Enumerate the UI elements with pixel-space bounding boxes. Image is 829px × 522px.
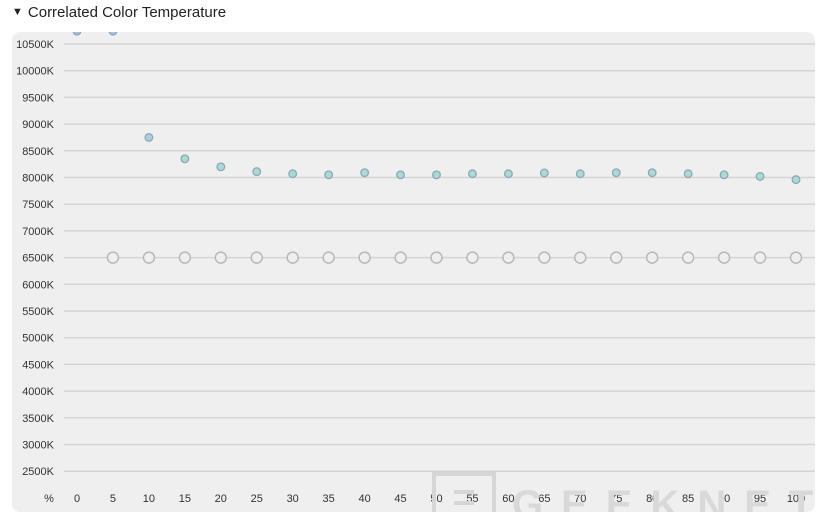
x-tick-label: 60 (502, 493, 514, 505)
data-point (324, 170, 334, 180)
data-point (432, 170, 441, 180)
x-tick-label: 45 (394, 493, 406, 505)
x-tick-label: 25 (251, 493, 263, 505)
data-point (72, 32, 82, 36)
data-point (791, 175, 801, 185)
y-tick-label: 7000K (22, 226, 54, 238)
data-point (503, 169, 513, 179)
data-point (647, 168, 657, 178)
data-point (611, 168, 621, 178)
reference-point (214, 251, 228, 264)
chart-panel: 2500K 3000K 3500K 4000K 4500K 5000K 5500K 6000K… (12, 32, 815, 512)
x-tick-label: 100 (787, 493, 805, 505)
data-point (108, 32, 118, 36)
section-header[interactable]: ▼ Correlated Color Temperature (12, 4, 226, 21)
cct-chart: 2500K 3000K 3500K 4000K 4500K 5000K 5500K 6000K… (16, 32, 815, 505)
y-tick-label: 6000K (22, 279, 54, 291)
x-tick-label: 40 (358, 493, 370, 505)
x-tick-label: 90 (718, 493, 730, 505)
data-point (539, 168, 549, 178)
data-point (575, 169, 585, 179)
x-tick-label: 5 (110, 493, 116, 505)
y-tick-label: 2500K (22, 466, 54, 478)
x-tick-label: 35 (323, 493, 335, 505)
data-point (360, 168, 370, 178)
y-tick-label: 8000K (22, 173, 54, 185)
x-tick-label: 15 (179, 493, 191, 505)
triangle-down-icon[interactable]: ▼ (12, 6, 23, 18)
y-tick-label: 9500K (22, 92, 54, 104)
reference-point (645, 251, 659, 264)
x-tick-label: 30 (287, 493, 299, 505)
reference-point (142, 251, 156, 264)
reference-point (610, 251, 623, 264)
x-tick-label: 0 (74, 493, 80, 505)
data-point (216, 162, 226, 172)
reference-point (430, 251, 443, 264)
y-tick-label: 3500K (22, 413, 54, 425)
reference-point (178, 251, 192, 264)
reference-point (394, 251, 407, 264)
x-tick-label: 85 (682, 493, 694, 505)
y-tick-label: 3000K (22, 440, 54, 452)
data-point (683, 169, 693, 179)
y-tick-label: 5000K (22, 333, 54, 345)
reference-point (106, 251, 120, 264)
x-tick-label: 10 (143, 493, 155, 505)
x-tick-label: 50 (430, 493, 442, 505)
y-tick-label: 6500K (22, 253, 54, 265)
reference-point (717, 251, 731, 264)
reference-point (502, 251, 515, 264)
y-tick-label: 10000K (16, 66, 55, 78)
data-point (468, 169, 477, 179)
reference-point (358, 251, 371, 264)
x-tick-label: 70 (574, 493, 586, 505)
reference-point (538, 251, 551, 264)
data-point (144, 132, 154, 142)
reference-point (574, 251, 587, 264)
x-tick-label: 65 (538, 493, 550, 505)
reference-point (286, 251, 299, 264)
x-tick-label: 20 (215, 493, 227, 505)
x-tick-label: 95 (754, 493, 766, 505)
data-point (288, 169, 298, 179)
section-title: Correlated Color Temperature (27, 4, 227, 21)
y-tick-label: 5500K (22, 306, 54, 318)
reference-point (681, 251, 695, 264)
y-tick-label: 10500K (16, 39, 55, 51)
y-tick-label: 4500K (22, 359, 54, 371)
x-tick-label: 55 (466, 493, 478, 505)
x-tick-label: 80 (646, 493, 658, 505)
data-point (755, 171, 765, 181)
reference-point (466, 251, 479, 264)
reference-point (250, 251, 263, 264)
data-point (719, 170, 729, 180)
data-point (180, 154, 190, 164)
reference-point (322, 251, 335, 264)
reference-point (789, 251, 803, 264)
x-axis-label: % (44, 493, 54, 505)
reference-point (753, 251, 767, 264)
y-tick-label: 4000K (22, 386, 54, 398)
y-tick-label: 9000K (22, 119, 54, 131)
y-tick-label: 8500K (22, 146, 54, 158)
y-tick-label: 7500K (22, 199, 54, 211)
data-point (252, 167, 262, 177)
x-tick-label: 75 (610, 493, 622, 505)
data-point (396, 170, 405, 180)
